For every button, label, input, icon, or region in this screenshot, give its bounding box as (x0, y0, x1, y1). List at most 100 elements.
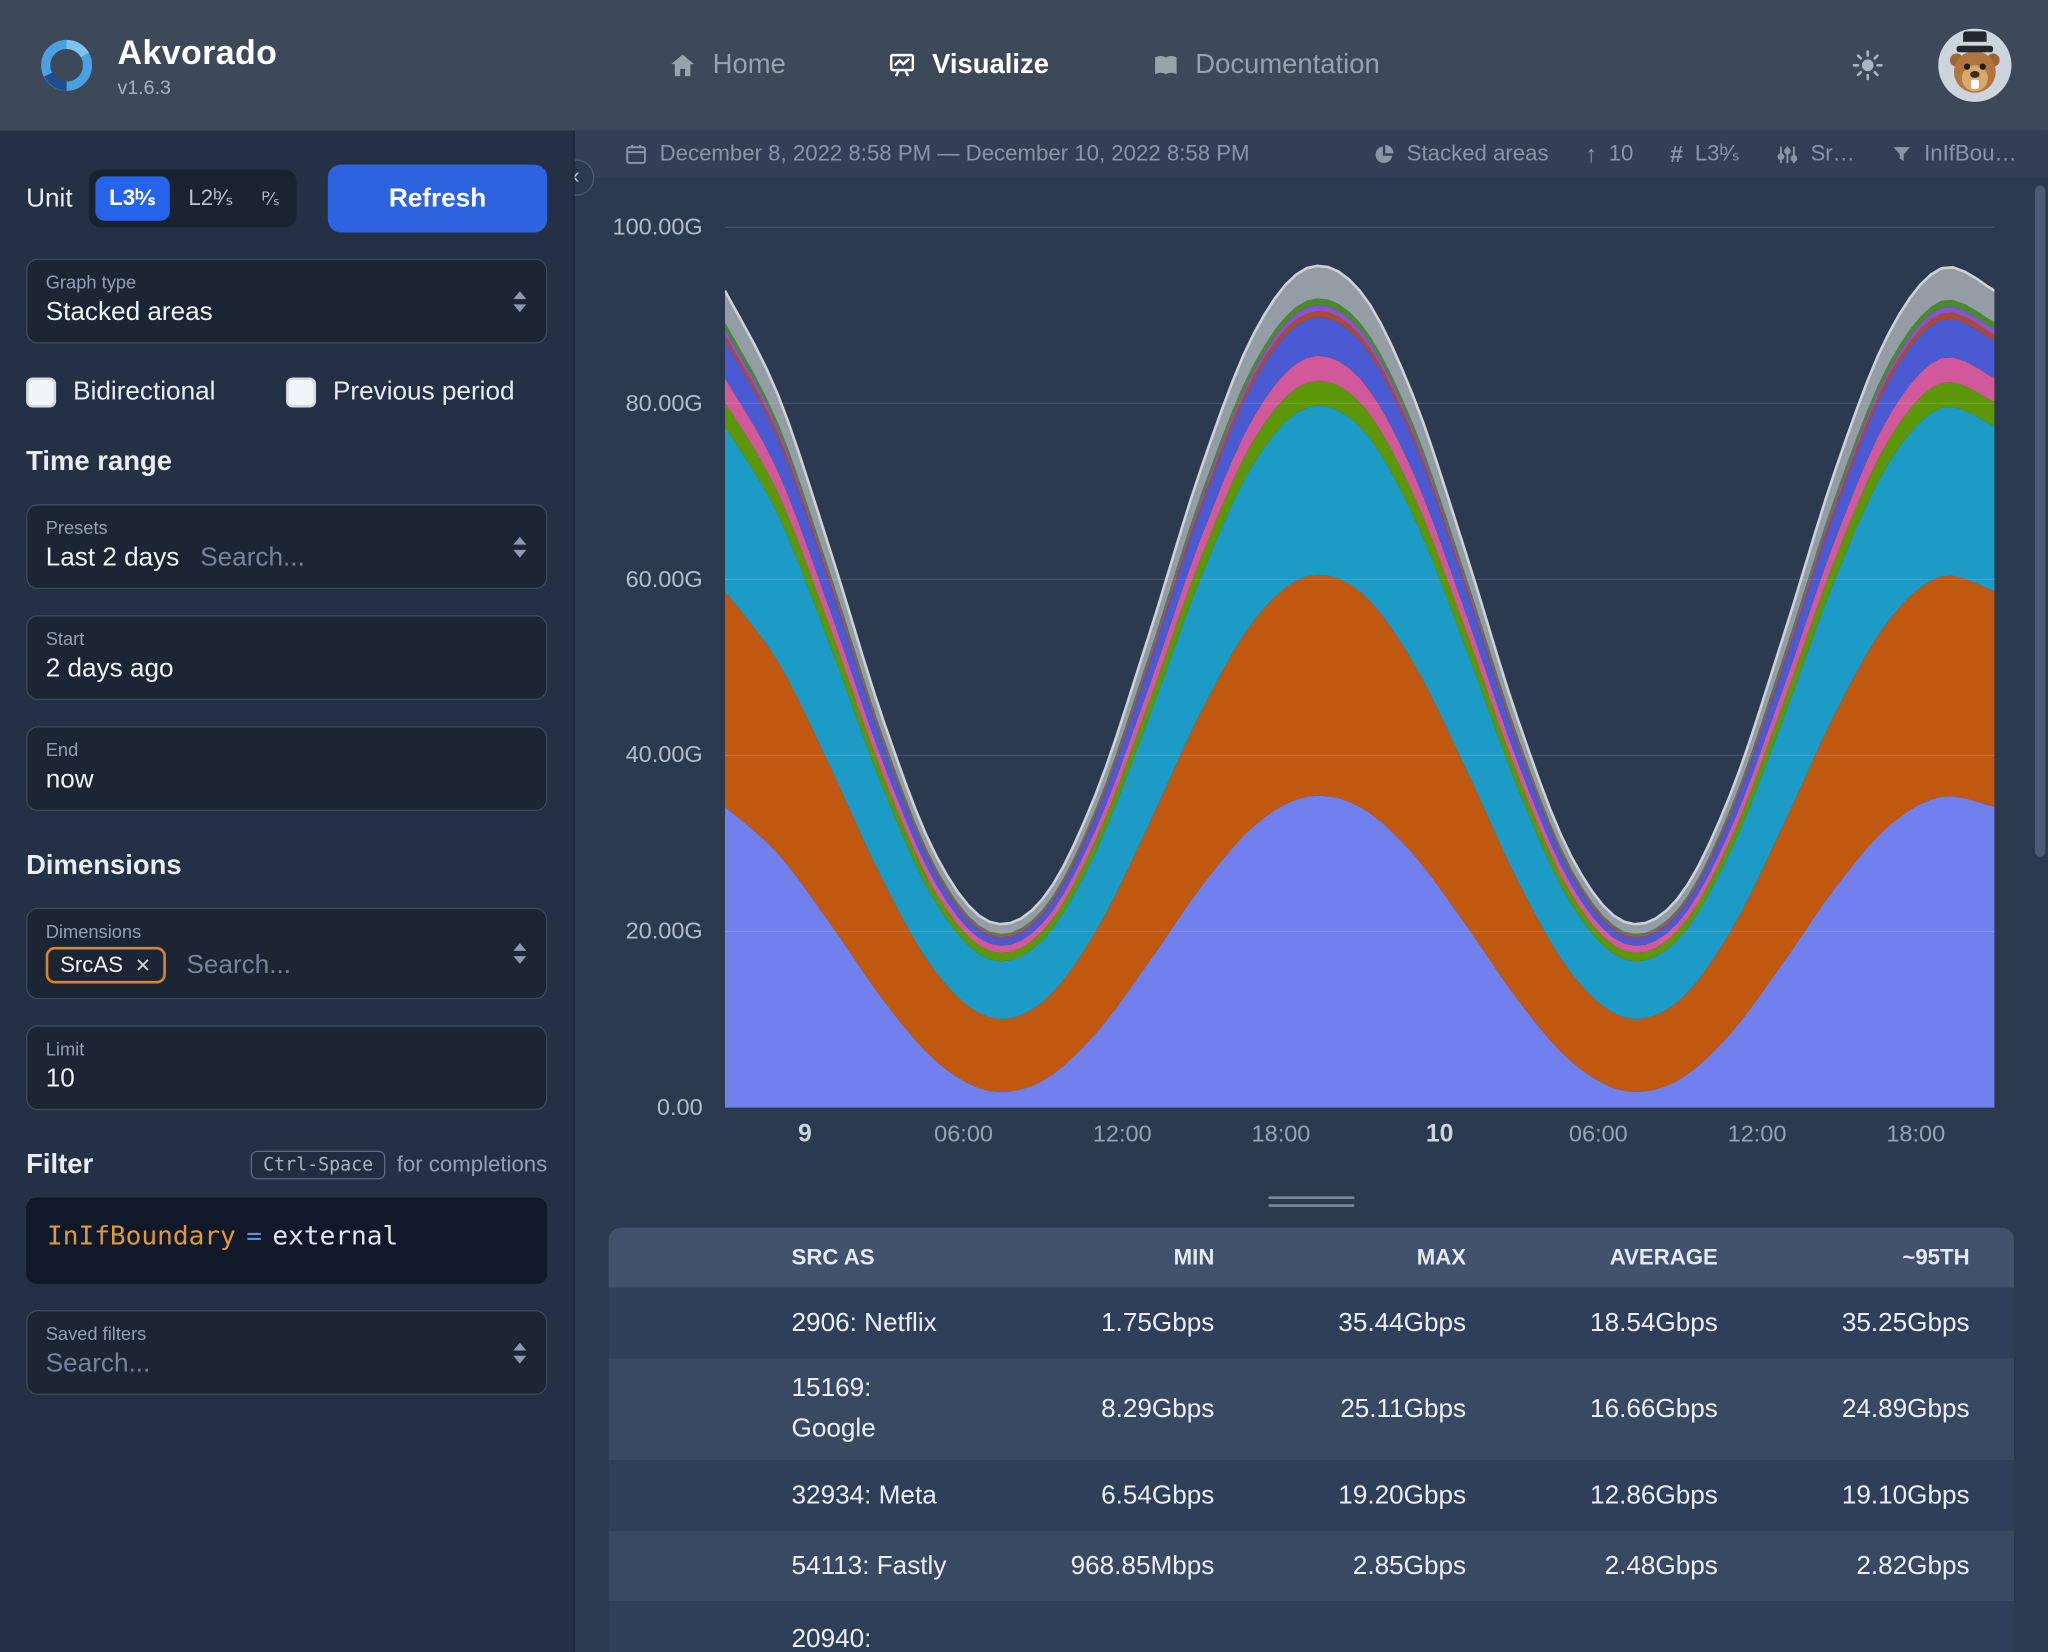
nav-item-visualize[interactable]: Visualize (888, 50, 1049, 81)
avatar[interactable] (1938, 29, 2011, 102)
previous-period-label: Previous period (333, 377, 515, 407)
x-tick-label: 12:00 (1093, 1121, 1152, 1148)
unit-option-pps[interactable]: ᴾ⁄ₛ (252, 178, 290, 218)
end-input[interactable]: End now (26, 726, 547, 811)
saved-filters-label: Saved filters (46, 1323, 528, 1344)
chevron-updown-icon (511, 534, 529, 560)
chart-x-axis: 906:0012:0018:001006:0012:0018:00 (725, 1121, 1995, 1160)
limit-status-text: 10 (1609, 141, 1634, 167)
saved-filters-select[interactable]: Saved filters Search... (26, 1310, 547, 1395)
dimension-tag-srcas[interactable]: SrcAS ✕ (46, 947, 166, 984)
graph-type-status: Stacked areas (1373, 141, 1549, 167)
graph-type-status-text: Stacked areas (1407, 141, 1549, 167)
filter-header: Filter Ctrl-Space for completions (26, 1149, 547, 1180)
filter-hint: for completions (397, 1152, 548, 1178)
row-label: 15169: Google (792, 1358, 1008, 1460)
navbar: Akvorado v1.6.3 Home Visualize (0, 0, 2048, 131)
col-header-max: MAX (1259, 1245, 1511, 1271)
checkbox-box (26, 377, 56, 407)
table-row-partial[interactable]: 20940: (609, 1601, 2014, 1652)
dimension-status-text: Sr… (1810, 141, 1854, 167)
x-tick-label: 18:00 (1252, 1121, 1311, 1148)
series-summary-table: SRC AS MIN MAX AVERAGE ~95TH 2906: Netfl… (609, 1228, 2014, 1652)
row-max: 35.44Gbps (1259, 1308, 1511, 1338)
end-label: End (46, 739, 528, 760)
row-min: 6.54Gbps (1007, 1480, 1259, 1510)
hash-icon: # (1670, 140, 1683, 167)
app-title: Akvorado (118, 32, 278, 72)
filter-expression-editor[interactable]: InIfBoundary=external (26, 1198, 547, 1284)
chart-resize-handle[interactable] (575, 1196, 2048, 1206)
date-range-text: December 8, 2022 8:58 PM — December 10, … (660, 141, 1250, 167)
visualize-icon (888, 51, 917, 80)
row-label: 32934: Meta (792, 1465, 1008, 1526)
unit-option-l3[interactable]: L3ᵇ⁄ₛ (95, 176, 170, 220)
col-header-average: AVERAGE (1511, 1245, 1763, 1271)
presets-select[interactable]: Presets Last 2 days Search... (26, 504, 547, 589)
filter-status: InIfBou… (1891, 141, 2016, 167)
close-icon[interactable]: ✕ (135, 953, 151, 977)
row-max: 2.85Gbps (1259, 1551, 1511, 1581)
stacked-area-chart[interactable]: 0.0020.00G40.00G60.00G80.00G100.00G 906:… (575, 178, 2048, 1194)
brand[interactable]: Akvorado v1.6.3 (37, 32, 278, 99)
chart-plot[interactable] (725, 226, 1995, 1109)
start-label: Start (46, 628, 528, 649)
unit-row: Unit L3ᵇ⁄ₛ L2ᵇ⁄ₛ ᴾ⁄ₛ Refresh (26, 165, 547, 233)
theme-toggle-button[interactable] (1852, 50, 1883, 81)
row-label: 20940: (792, 1601, 1008, 1652)
y-tick-label: 0.00 (657, 1094, 703, 1121)
dimension-tag-label: SrcAS (60, 952, 123, 978)
limit-input[interactable]: Limit 10 (26, 1025, 547, 1110)
arrow-up-icon: ↑ (1585, 140, 1597, 167)
table-row[interactable]: 15169: Google 8.29Gbps 25.11Gbps 16.66Gb… (609, 1358, 2014, 1460)
chevron-updown-icon (511, 288, 529, 314)
saved-filters-search-input[interactable]: Search... (46, 1349, 151, 1379)
x-tick-label: 06:00 (934, 1121, 993, 1148)
main-scrollbar[interactable] (2035, 185, 2045, 1644)
row-min: 968.85Mbps (1007, 1551, 1259, 1581)
limit-value: 10 (46, 1064, 528, 1094)
start-input[interactable]: Start 2 days ago (26, 615, 547, 700)
unit-toggle-group: L3ᵇ⁄ₛ L2ᵇ⁄ₛ ᴾ⁄ₛ (88, 170, 296, 227)
unit-option-l2[interactable]: L2ᵇ⁄ₛ (174, 176, 248, 220)
nav-item-documentation[interactable]: Documentation (1151, 50, 1380, 81)
calendar-icon (624, 142, 648, 166)
limit-label: Limit (46, 1038, 528, 1059)
previous-period-checkbox[interactable]: Previous period (286, 377, 515, 407)
nav-item-home[interactable]: Home (668, 50, 786, 81)
presets-search-input[interactable]: Search... (200, 543, 305, 573)
presets-value: Last 2 days (46, 543, 180, 573)
dimensions-select[interactable]: Dimensions SrcAS ✕ Search... (26, 908, 547, 999)
y-tick-label: 100.00G (612, 214, 702, 241)
graph-type-value: Stacked areas (46, 298, 528, 328)
row-average: 2.48Gbps (1511, 1551, 1763, 1581)
graph-type-label: Graph type (46, 272, 528, 293)
table-row[interactable]: 2906: Netflix 1.75Gbps 35.44Gbps 18.54Gb… (609, 1288, 2014, 1359)
book-icon (1151, 51, 1180, 80)
summary-toolbar: December 8, 2022 8:58 PM — December 10, … (575, 131, 2048, 178)
graph-type-select[interactable]: Graph type Stacked areas (26, 259, 547, 344)
filter-status-text: InIfBou… (1924, 141, 2017, 167)
y-tick-label: 60.00G (626, 566, 703, 593)
options-sidebar: Unit L3ᵇ⁄ₛ L2ᵇ⁄ₛ ᴾ⁄ₛ Refresh Graph type … (0, 131, 575, 1652)
table-row[interactable]: 32934: Meta 6.54Gbps 19.20Gbps 12.86Gbps… (609, 1460, 2014, 1531)
graph-option-checks: Bidirectional Previous period (26, 377, 547, 407)
sun-icon (1852, 50, 1883, 81)
scrollbar-thumb[interactable] (2035, 185, 2045, 856)
x-tick-label: 12:00 (1728, 1121, 1787, 1148)
table-row[interactable]: 54113: Fastly 968.85Mbps 2.85Gbps 2.48Gb… (609, 1531, 2014, 1602)
y-tick-label: 40.00G (626, 742, 703, 769)
row-95th: 24.89Gbps (1762, 1394, 2014, 1424)
row-max: 19.20Gbps (1259, 1480, 1511, 1510)
dimension-status: Sr… (1776, 141, 1854, 167)
ctrl-space-kbd: Ctrl-Space (251, 1151, 385, 1180)
refresh-button[interactable]: Refresh (328, 165, 547, 233)
col-header-srcas: SRC AS (792, 1230, 1008, 1285)
x-tick-label: 9 (798, 1121, 812, 1150)
dimensions-search-input[interactable]: Search... (186, 950, 291, 980)
navbar-right (1852, 29, 2011, 102)
date-range-status: December 8, 2022 8:58 PM — December 10, … (624, 141, 1249, 167)
row-95th: 2.82Gbps (1762, 1551, 2014, 1581)
limit-status: ↑ 10 (1585, 140, 1633, 167)
bidirectional-checkbox[interactable]: Bidirectional (26, 377, 215, 407)
